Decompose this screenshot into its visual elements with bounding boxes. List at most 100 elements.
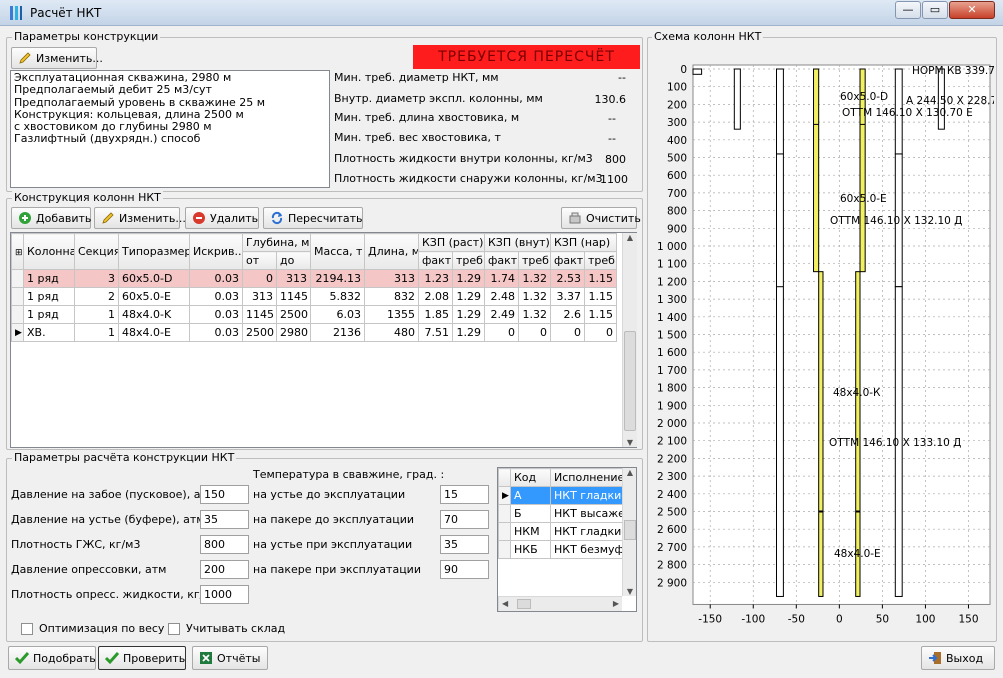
maximize-button[interactable]: ▭ [922, 1, 948, 19]
bottom-pressure-input[interactable]: 150 [200, 485, 249, 504]
use-stock-checkbox[interactable]: Учитывать склад [168, 622, 285, 635]
exec-col-header[interactable]: Исполнение [550, 468, 623, 487]
table-cell[interactable]: 3.37 [550, 287, 585, 306]
table-cell[interactable]: 1.32 [518, 287, 551, 306]
table-cell[interactable]: 1.29 [452, 269, 485, 288]
exec-row[interactable]: НКМ НКТ гладкие [498, 522, 623, 541]
exec-row[interactable]: БНКТ высажен [498, 504, 623, 523]
table-row[interactable]: 1 ряд 2 60х5.0-E 0.03 313 1145 5.832 832 2.08 1.2… [11, 287, 618, 306]
col-header[interactable]: Масса, т [310, 233, 365, 270]
col-subheader[interactable]: факт [550, 251, 585, 270]
table-cell[interactable]: 60х5.0-D [118, 269, 190, 288]
table-cell[interactable]: 0 [242, 269, 277, 288]
row-indicator-header[interactable]: ⊞ [11, 233, 24, 270]
col-subheader[interactable]: треб [452, 251, 485, 270]
exec-cell[interactable]: НКБ [510, 540, 551, 559]
table-cell[interactable]: 1145 [276, 287, 311, 306]
opt-weight-checkbox[interactable]: Оптимизация по весу [21, 622, 164, 635]
col-header[interactable]: Типоразмер [118, 233, 190, 270]
close-button[interactable]: ✕ [949, 1, 995, 19]
table-cell[interactable]: 0.03 [189, 269, 243, 288]
add-button[interactable]: Добавить [11, 207, 91, 229]
table-cell[interactable]: 2500 [276, 305, 311, 324]
table-cell[interactable]: 1 ряд [23, 287, 75, 306]
table-cell[interactable]: 0.03 [189, 323, 243, 342]
minimize-button[interactable]: — [895, 1, 921, 19]
row-indicator[interactable] [498, 540, 511, 559]
col-subheader[interactable]: до [276, 251, 311, 270]
table-row[interactable]: 1 ряд 3 60х5.0-D 0.03 0 313 2194.13 313 1.23 1.29… [11, 269, 618, 288]
col-subheader[interactable]: факт [418, 251, 453, 270]
exec-cell[interactable]: НКТ безмуфт [550, 540, 623, 559]
table-cell[interactable]: 1 ряд [23, 269, 75, 288]
reports-button[interactable]: Отчёты [192, 646, 268, 670]
table-cell[interactable]: 5.832 [310, 287, 365, 306]
col-header[interactable]: Искрив... [189, 233, 243, 270]
exec-grid[interactable]: Код Исполнение ▶АНКТ гладкиеБНКТ высажен… [497, 467, 637, 612]
table-cell[interactable]: 0.03 [189, 305, 243, 324]
table-cell[interactable]: 1.15 [583, 287, 618, 306]
nkt-scrollbar[interactable]: ▲ ▼ [622, 233, 637, 447]
exec-cell[interactable]: НКТ гладкие [550, 486, 623, 505]
table-cell[interactable]: 2194.13 [310, 269, 365, 288]
exec-cell[interactable]: НКТ гладкие [550, 522, 623, 541]
col-header[interactable]: КЗП (раст) [418, 233, 485, 252]
table-cell[interactable]: 0 [484, 323, 519, 342]
test-pressure-input[interactable]: 200 [200, 560, 249, 579]
exit-button[interactable]: Выход [921, 646, 995, 670]
exec-cell[interactable]: А [510, 486, 551, 505]
table-cell[interactable]: 1.29 [452, 323, 485, 342]
scroll-thumb[interactable] [624, 520, 636, 540]
exec-cell[interactable]: НКТ высажен [550, 504, 623, 523]
exec-col-header[interactable]: Код [510, 468, 551, 487]
temp-input[interactable]: 70 [440, 510, 489, 529]
table-cell[interactable]: 1.15 [583, 269, 618, 288]
table-cell[interactable]: 1.29 [452, 305, 485, 324]
table-cell[interactable]: 480 [364, 323, 419, 342]
table-cell[interactable]: 0 [583, 323, 618, 342]
exec-vscrollbar[interactable]: ▲ ▼ [622, 468, 636, 596]
table-cell[interactable]: 6.03 [310, 305, 365, 324]
table-cell[interactable]: 313 [364, 269, 419, 288]
col-header[interactable]: Колонна [23, 233, 75, 270]
gls-density-input[interactable]: 800 [200, 535, 249, 554]
table-cell[interactable]: 0 [518, 323, 551, 342]
table-cell[interactable]: 832 [364, 287, 419, 306]
row-indicator[interactable] [11, 269, 24, 288]
col-subheader[interactable]: факт [484, 251, 519, 270]
col-header[interactable]: КЗП (нар) [549, 233, 618, 252]
table-row[interactable]: ▶ ХВ. 1 48х4.0-E 0.03 2500 2980 2136 480 7.51 1.29… [11, 323, 618, 342]
table-cell[interactable]: 1 ряд [23, 305, 75, 324]
col-subheader[interactable]: треб [518, 251, 551, 270]
table-cell[interactable]: 2500 [242, 323, 277, 342]
edit-construction-button[interactable]: Изменить... [11, 47, 103, 69]
scroll-thumb[interactable] [624, 331, 636, 431]
table-cell[interactable]: 2136 [310, 323, 365, 342]
table-cell[interactable]: 1.32 [518, 269, 551, 288]
table-cell[interactable]: 1145 [242, 305, 277, 324]
scroll-thumb[interactable] [517, 599, 531, 609]
table-cell[interactable]: 1355 [364, 305, 419, 324]
wellhead-pressure-input[interactable]: 35 [200, 510, 249, 529]
row-indicator[interactable] [11, 287, 24, 306]
exec-cell[interactable]: НКМ [510, 522, 551, 541]
col-subheader[interactable]: от [242, 251, 277, 270]
temp-input[interactable]: 35 [440, 535, 489, 554]
table-cell[interactable]: 1.29 [452, 287, 485, 306]
table-cell[interactable]: 0.03 [189, 287, 243, 306]
table-cell[interactable]: 48х4.0-K [118, 305, 190, 324]
table-cell[interactable]: 2.6 [550, 305, 585, 324]
row-indicator[interactable] [11, 305, 24, 324]
col-header[interactable]: Секция [74, 233, 119, 270]
table-cell[interactable]: 7.51 [418, 323, 453, 342]
test-fluid-density-input[interactable]: 1000 [200, 585, 249, 604]
table-cell[interactable]: 2.08 [418, 287, 453, 306]
table-cell[interactable]: 2980 [276, 323, 311, 342]
table-cell[interactable]: 1.32 [518, 305, 551, 324]
row-indicator[interactable] [498, 504, 511, 523]
col-header[interactable]: Длина, м [364, 233, 419, 270]
col-subheader[interactable]: треб [583, 251, 618, 270]
row-indicator[interactable]: ▶ [498, 486, 511, 505]
table-cell[interactable]: 1.23 [418, 269, 453, 288]
table-cell[interactable]: 2.53 [550, 269, 585, 288]
